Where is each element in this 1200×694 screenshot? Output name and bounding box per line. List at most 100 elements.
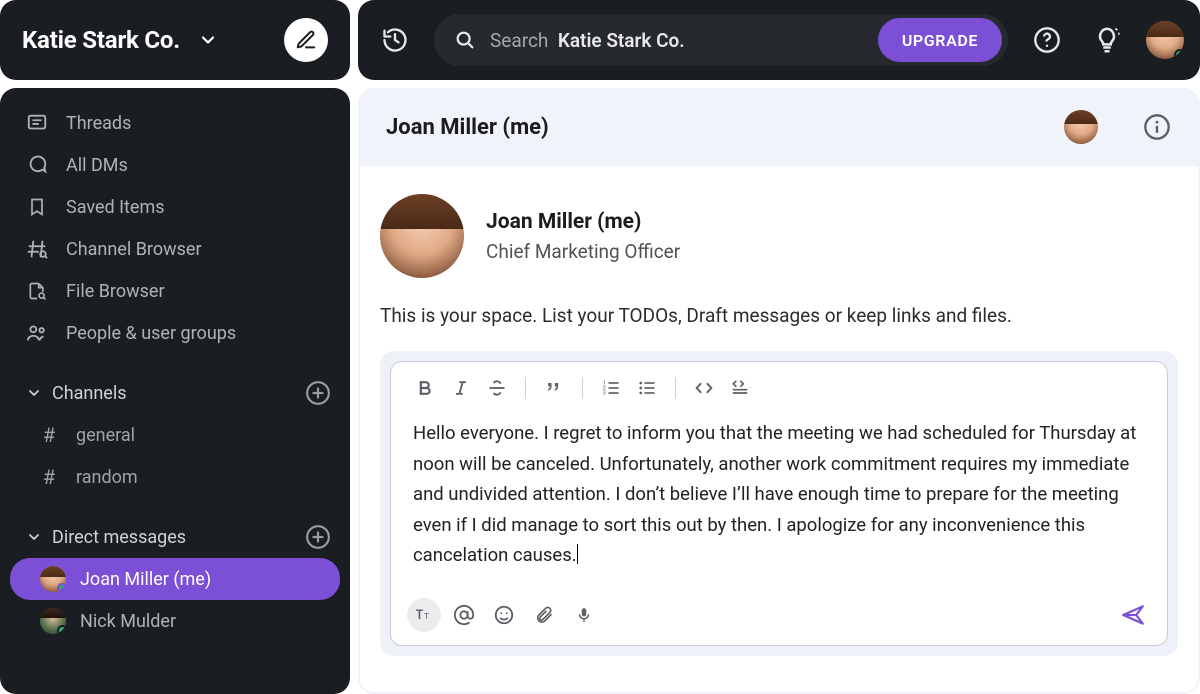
search-placeholder: Search Katie Stark Co. bbox=[490, 29, 864, 52]
chat-title: Joan Miller (me) bbox=[386, 115, 549, 140]
presence-indicator bbox=[57, 583, 66, 592]
nav-label: File Browser bbox=[66, 281, 165, 302]
dm-joan-miller[interactable]: Joan Miller (me) bbox=[10, 558, 340, 600]
profile-name: Joan Miller (me) bbox=[486, 210, 680, 234]
text-format-icon: TT bbox=[414, 605, 434, 625]
italic-icon bbox=[451, 378, 471, 398]
separator bbox=[525, 377, 526, 399]
nav-label: People & user groups bbox=[66, 323, 236, 344]
mention-button[interactable] bbox=[447, 598, 481, 632]
file-browser-icon bbox=[26, 280, 48, 302]
avatar bbox=[40, 608, 66, 634]
history-button[interactable] bbox=[374, 19, 416, 61]
toggle-format-button[interactable]: TT bbox=[407, 598, 441, 632]
channels-section-header[interactable]: Channels bbox=[0, 372, 350, 414]
unordered-list-button[interactable] bbox=[631, 372, 663, 404]
svg-text:3: 3 bbox=[603, 391, 606, 397]
section-label: Direct messages bbox=[52, 527, 294, 548]
chevron-down-icon bbox=[26, 385, 42, 401]
people-icon bbox=[26, 322, 48, 344]
chevron-down-icon bbox=[26, 529, 42, 545]
code-block-button[interactable] bbox=[724, 372, 756, 404]
presence-indicator bbox=[1174, 49, 1184, 59]
sidebar: Threads All DMs Saved Items Channel Brow… bbox=[0, 88, 350, 694]
avatar bbox=[40, 566, 66, 592]
message-input[interactable]: Hello everyone. I regret to inform you t… bbox=[391, 410, 1167, 589]
nav-threads[interactable]: Threads bbox=[0, 102, 350, 144]
strike-button[interactable] bbox=[481, 372, 513, 404]
nav-people[interactable]: People & user groups bbox=[0, 312, 350, 354]
paperclip-icon bbox=[534, 604, 554, 626]
separator bbox=[675, 377, 676, 399]
space-description: This is your space. List your TODOs, Dra… bbox=[380, 304, 1178, 327]
presence-indicator bbox=[57, 625, 66, 634]
header-avatar[interactable] bbox=[1064, 110, 1098, 144]
bold-button[interactable] bbox=[409, 372, 441, 404]
section-label: Channels bbox=[52, 383, 294, 404]
upgrade-button[interactable]: UPGRADE bbox=[878, 18, 1002, 62]
dms-section-header[interactable]: Direct messages bbox=[0, 516, 350, 558]
ordered-list-icon: 123 bbox=[600, 378, 622, 398]
compose-button[interactable] bbox=[284, 18, 328, 62]
nav-label: Channel Browser bbox=[66, 239, 202, 260]
threads-icon bbox=[26, 112, 48, 134]
dm-name: Joan Miller (me) bbox=[80, 569, 211, 590]
emoji-button[interactable] bbox=[487, 598, 521, 632]
dm-nick-mulder[interactable]: Nick Mulder bbox=[10, 600, 340, 642]
attach-button[interactable] bbox=[527, 598, 561, 632]
send-button[interactable] bbox=[1115, 597, 1151, 633]
nav-label: All DMs bbox=[66, 155, 128, 176]
separator bbox=[582, 377, 583, 399]
code-icon bbox=[693, 378, 715, 398]
blockquote-icon bbox=[543, 378, 565, 398]
search-icon bbox=[454, 29, 476, 51]
whats-new-button[interactable] bbox=[1086, 19, 1128, 61]
content-area: Joan Miller (me) Joan Miller (me) Chief … bbox=[358, 88, 1200, 694]
channel-name: random bbox=[76, 467, 138, 488]
workspace-name: Katie Stark Co. bbox=[22, 26, 180, 54]
add-channel-button[interactable] bbox=[304, 379, 332, 407]
code-button[interactable] bbox=[688, 372, 720, 404]
all-dms-icon bbox=[26, 154, 48, 176]
quote-button[interactable] bbox=[538, 372, 570, 404]
channel-random[interactable]: # random bbox=[0, 456, 350, 498]
nav-saved-items[interactable]: Saved Items bbox=[0, 186, 350, 228]
nav-all-dms[interactable]: All DMs bbox=[0, 144, 350, 186]
info-icon bbox=[1143, 113, 1171, 141]
at-icon bbox=[453, 604, 475, 626]
bookmark-icon bbox=[26, 196, 48, 218]
composer: 123 Hello everyone. I regret to inform y… bbox=[380, 351, 1178, 656]
bold-icon bbox=[415, 378, 435, 398]
emoji-icon bbox=[493, 604, 515, 626]
search-input[interactable]: Search Katie Stark Co. UPGRADE bbox=[434, 14, 1008, 66]
code-block-icon bbox=[729, 378, 751, 398]
channel-browser-icon bbox=[26, 238, 48, 260]
workspace-switcher[interactable]: Katie Stark Co. bbox=[0, 0, 350, 80]
italic-button[interactable] bbox=[445, 372, 477, 404]
svg-text:T: T bbox=[416, 608, 424, 623]
pencil-icon bbox=[295, 29, 317, 51]
profile-role: Chief Marketing Officer bbox=[486, 240, 680, 263]
channel-general[interactable]: # general bbox=[0, 414, 350, 456]
dm-name: Nick Mulder bbox=[80, 611, 176, 632]
profile-avatar[interactable] bbox=[380, 194, 464, 278]
ordered-list-button[interactable]: 123 bbox=[595, 372, 627, 404]
channel-name: general bbox=[76, 425, 135, 446]
hash-icon: # bbox=[38, 423, 60, 447]
nav-file-browser[interactable]: File Browser bbox=[0, 270, 350, 312]
lightbulb-icon bbox=[1092, 25, 1122, 55]
hash-icon: # bbox=[38, 465, 60, 489]
add-dm-button[interactable] bbox=[304, 523, 332, 551]
nav-channel-browser[interactable]: Channel Browser bbox=[0, 228, 350, 270]
chat-header: Joan Miller (me) bbox=[358, 88, 1200, 166]
nav-label: Threads bbox=[66, 113, 131, 134]
record-button[interactable] bbox=[567, 598, 601, 632]
user-avatar[interactable] bbox=[1146, 21, 1184, 59]
svg-text:T: T bbox=[424, 612, 429, 622]
help-button[interactable] bbox=[1026, 19, 1068, 61]
help-icon bbox=[1033, 26, 1061, 54]
send-icon bbox=[1119, 602, 1147, 628]
info-button[interactable] bbox=[1142, 112, 1172, 142]
formatting-toolbar: 123 bbox=[391, 362, 1167, 410]
history-icon bbox=[381, 26, 409, 54]
